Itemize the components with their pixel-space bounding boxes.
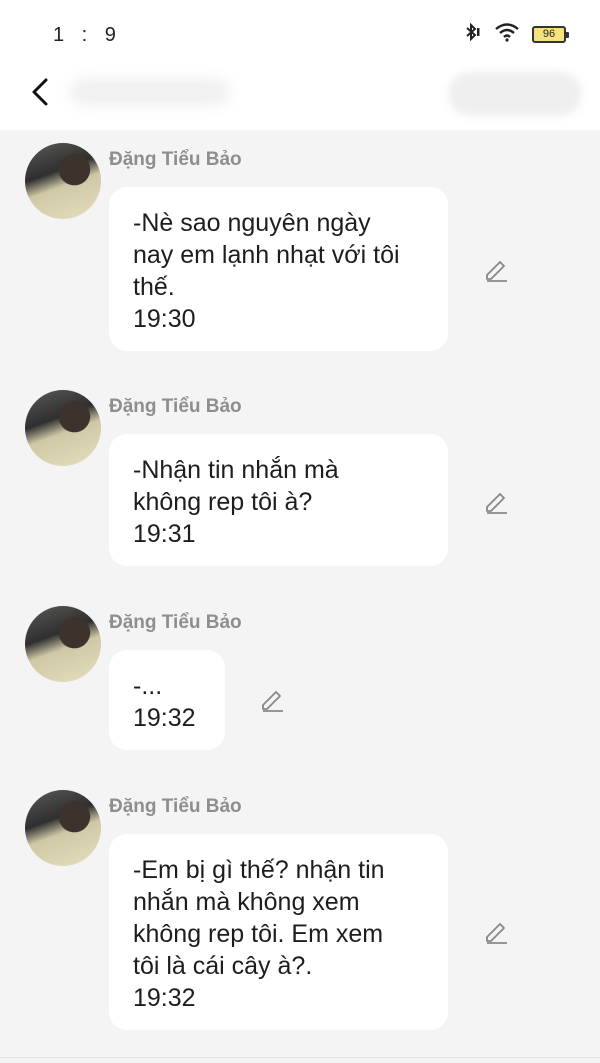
message-line: tôi là cái cây à?. xyxy=(133,952,313,980)
message-time: 19:32 xyxy=(133,704,196,732)
message-line: không rep tôi à? xyxy=(133,488,313,516)
bluetooth-icon xyxy=(462,22,482,47)
back-button[interactable] xyxy=(20,72,60,112)
message-line: nay em lạnh nhạt với tôi xyxy=(133,241,400,269)
message-line: nhắn mà không xem xyxy=(133,888,360,916)
message-line: thế. xyxy=(133,273,175,301)
nav-title-blurred xyxy=(70,78,230,106)
message-bubble[interactable]: -Em bị gì thế? nhận tin nhắn mà không xe… xyxy=(109,834,448,1030)
avatar[interactable] xyxy=(25,790,101,866)
sender-name: Đặng Tiểu Bảo xyxy=(109,149,242,170)
message-line: không rep tôi. Em xem xyxy=(133,920,384,948)
status-icons: 96 xyxy=(462,22,569,47)
status-bar: 1 : 9 96 xyxy=(0,0,600,64)
avatar[interactable] xyxy=(25,143,101,219)
battery-icon: 96 xyxy=(532,26,569,43)
avatar[interactable] xyxy=(25,606,101,682)
divider xyxy=(0,1057,600,1058)
message-line: -... xyxy=(133,672,163,700)
message-line: -Nhận tin nhắn mà xyxy=(133,456,339,484)
message-bubble[interactable]: -Nè sao nguyên ngày nay em lạnh nhạt với… xyxy=(109,187,448,351)
wifi-icon xyxy=(494,22,520,47)
message-bubble[interactable]: -... 19:32 xyxy=(109,650,225,750)
chat-list[interactable]: Đặng Tiểu Bảo -Nè sao nguyên ngày nay em… xyxy=(0,130,600,1063)
message-line: -Em bị gì thế? nhận tin xyxy=(133,856,385,884)
message-time: 19:31 xyxy=(133,520,196,548)
status-time: 1 : 9 xyxy=(53,24,122,46)
pencil-icon[interactable] xyxy=(258,685,286,713)
pencil-icon[interactable] xyxy=(482,917,510,945)
sender-name: Đặng Tiểu Bảo xyxy=(109,612,242,633)
pencil-icon[interactable] xyxy=(482,255,510,283)
message-bubble[interactable]: -Nhận tin nhắn mà không rep tôi à? 19:31 xyxy=(109,434,448,566)
avatar[interactable] xyxy=(25,390,101,466)
battery-level: 96 xyxy=(542,28,556,40)
sender-name: Đặng Tiểu Bảo xyxy=(109,396,242,417)
nav-bar xyxy=(0,64,600,130)
pencil-icon[interactable] xyxy=(482,487,510,515)
nav-action-blurred[interactable] xyxy=(448,72,582,116)
message-time: 19:30 xyxy=(133,305,196,333)
chevron-left-icon xyxy=(32,78,48,106)
message-time: 19:32 xyxy=(133,984,196,1012)
sender-name: Đặng Tiểu Bảo xyxy=(109,796,242,817)
message-line: -Nè sao nguyên ngày xyxy=(133,209,371,237)
